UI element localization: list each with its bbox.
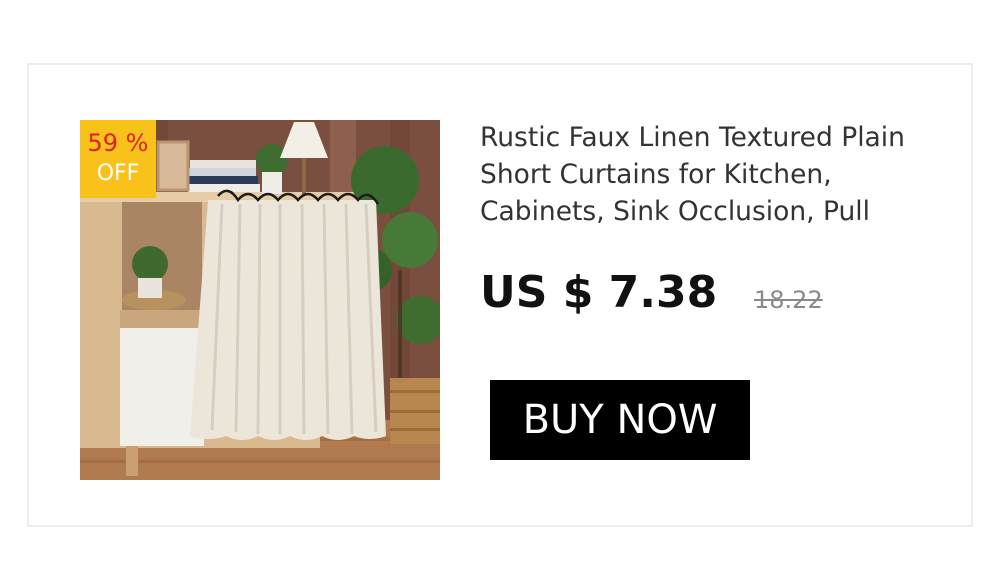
buy-now-button[interactable]: BUY NOW: [490, 380, 750, 460]
original-price: 18.22: [754, 286, 823, 314]
current-price: US $ 7.38: [480, 267, 718, 318]
product-title[interactable]: Rustic Faux Linen Textured Plain Short C…: [480, 119, 940, 230]
discount-badge: 59 % OFF: [80, 120, 156, 198]
discount-percent: 59 %: [87, 129, 149, 157]
discount-off-label: OFF: [96, 161, 140, 186]
